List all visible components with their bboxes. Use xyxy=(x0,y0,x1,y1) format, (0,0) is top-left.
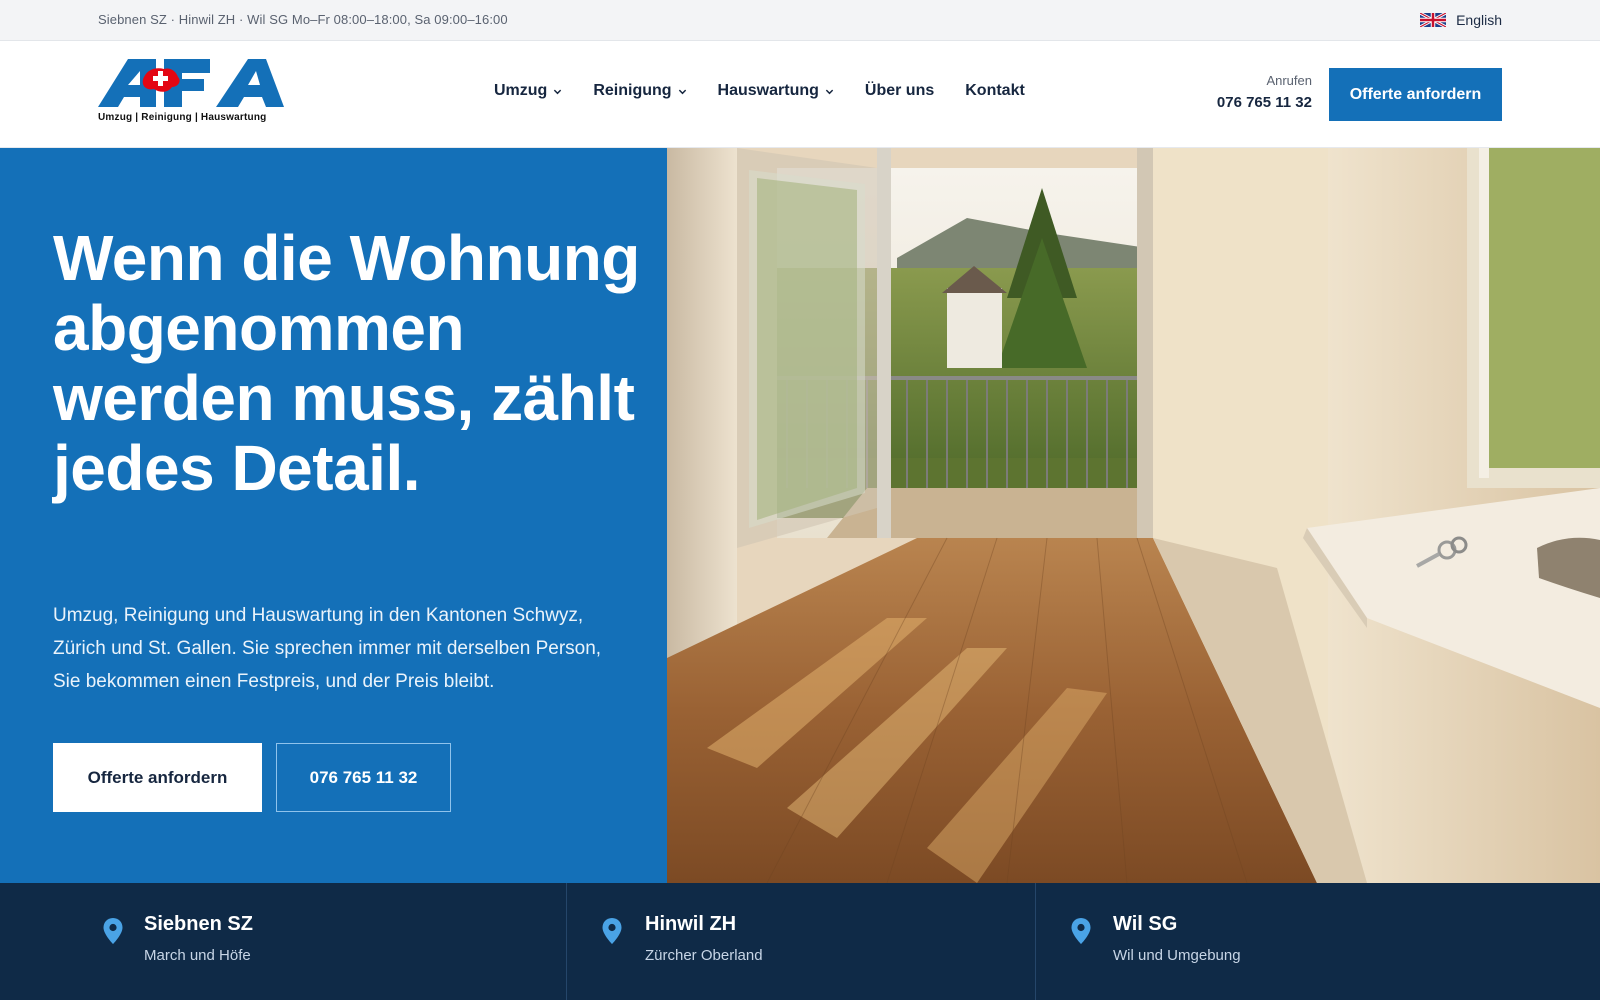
site-header: Umzug | Reinigung | Hauswartung Umzug Re… xyxy=(0,42,1600,148)
hero-title: Wenn die Wohnung abgenommen werden muss,… xyxy=(53,222,640,504)
uk-flag-icon xyxy=(1420,13,1447,27)
map-pin-icon xyxy=(103,918,123,944)
locations-strip: Siebnen SZ March und Höfe Hinwil ZH Zürc… xyxy=(0,883,1600,1000)
hero-section: Wenn die Wohnung abgenommen werden muss,… xyxy=(0,148,1600,883)
chevron-down-icon xyxy=(678,89,686,94)
nav-label: Reinigung xyxy=(593,82,672,99)
hero-offer-button[interactable]: Offerte anfordern xyxy=(53,743,262,812)
language-label: English xyxy=(1456,12,1502,28)
map-pin-icon xyxy=(1071,918,1091,944)
location-region: March und Höfe xyxy=(144,947,251,964)
call-label: Anrufen xyxy=(1266,73,1312,88)
nav-label: Kontakt xyxy=(965,82,1025,99)
location-name: Siebnen SZ xyxy=(144,913,253,935)
chevron-down-icon xyxy=(825,89,834,94)
company-logo[interactable]: Umzug | Reinigung | Hauswartung xyxy=(98,57,284,129)
location-wil[interactable]: Wil SG Wil und Umgebung xyxy=(1068,883,1488,1000)
chevron-down-icon xyxy=(554,89,562,94)
top-info-bar: Siebnen SZ · Hinwil ZH · Wil SG Mo–Fr 08… xyxy=(0,0,1600,41)
nav-item-hauswartung[interactable]: Hauswartung xyxy=(718,82,834,100)
divider xyxy=(1035,883,1036,1000)
nav-label: Über uns xyxy=(864,82,935,99)
location-siebnen[interactable]: Siebnen SZ March und Höfe xyxy=(98,883,558,1000)
nav-item-reinigung[interactable]: Reinigung xyxy=(593,82,686,100)
language-switcher[interactable]: English xyxy=(1420,10,1502,30)
nav-label: Umzug xyxy=(494,82,548,99)
logo-tagline: Umzug | Reinigung | Hauswartung xyxy=(98,112,267,123)
hero-buttons: Offerte anfordern 076 765 11 32 xyxy=(53,743,451,812)
opening-hours-text: Siebnen SZ · Hinwil ZH · Wil SG Mo–Fr 08… xyxy=(98,12,508,27)
nav-item-ueber-uns[interactable]: Über uns xyxy=(865,82,934,100)
divider xyxy=(566,883,567,1000)
nav-item-kontakt[interactable]: Kontakt xyxy=(965,82,1025,100)
location-region: Zürcher Oberland xyxy=(645,947,763,964)
hero-image-empty-apartment xyxy=(667,148,1600,883)
location-name: Hinwil ZH xyxy=(645,913,737,935)
hero-text-panel: Wenn die Wohnung abgenommen werden muss,… xyxy=(0,148,667,883)
logo-mark xyxy=(98,59,284,107)
map-pin-icon xyxy=(602,918,622,944)
hero-phone-button[interactable]: 076 765 11 32 xyxy=(276,743,451,812)
location-name: Wil SG xyxy=(1113,913,1178,935)
main-navigation: Umzug Reinigung Hauswartung Über uns Kon… xyxy=(494,82,1025,100)
offer-request-button[interactable]: Offerte anfordern xyxy=(1329,68,1502,121)
nav-item-umzug[interactable]: Umzug xyxy=(494,82,562,100)
location-hinwil[interactable]: Hinwil ZH Zürcher Oberland xyxy=(599,883,1019,1000)
call-block[interactable]: Anrufen 076 765 11 32 xyxy=(1217,72,1312,114)
location-region: Wil und Umgebung xyxy=(1113,947,1241,964)
phone-number-link[interactable]: 076 765 11 32 xyxy=(1217,92,1312,114)
nav-label: Hauswartung xyxy=(717,82,819,99)
hero-subtitle: Umzug, Reinigung und Hauswartung in den … xyxy=(53,605,602,692)
